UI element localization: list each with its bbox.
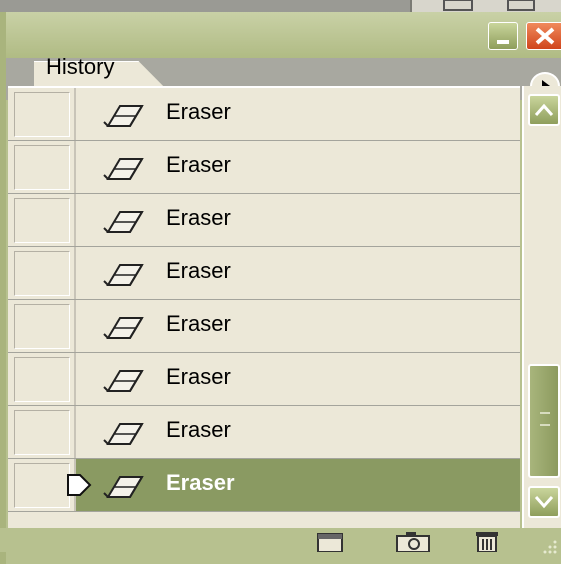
panel-titlebar[interactable] — [6, 12, 561, 58]
history-state-row[interactable]: Eraser — [8, 406, 520, 459]
scrollbar-thumb[interactable] — [528, 364, 560, 478]
panel-footer — [0, 528, 561, 552]
snapshot-source-cell[interactable] — [14, 198, 70, 243]
vertical-scrollbar[interactable] — [522, 86, 561, 528]
scroll-up-button[interactable] — [528, 94, 560, 126]
snapshot-source-cell[interactable] — [14, 410, 70, 455]
history-state-row[interactable]: Eraser — [8, 194, 520, 247]
history-state-row[interactable]: Eraser — [8, 300, 520, 353]
eraser-icon — [103, 158, 144, 180]
history-state-label: Eraser — [166, 470, 235, 495]
history-state-label: Eraser — [166, 311, 231, 336]
close-button[interactable] — [526, 22, 561, 50]
eraser-icon — [103, 423, 144, 445]
history-list: Eraser Eraser Eraser Eraser Eraser Erase… — [8, 86, 520, 530]
history-state-label: Eraser — [166, 99, 231, 124]
close-icon — [535, 27, 555, 45]
tab-history-label: History — [46, 54, 115, 79]
new-document-icon[interactable] — [314, 528, 348, 552]
history-state-label: Eraser — [166, 417, 231, 442]
row-divider — [74, 88, 76, 140]
chevron-up-icon — [534, 103, 554, 116]
row-divider — [74, 247, 76, 299]
history-state-row[interactable]: Eraser — [8, 459, 520, 512]
row-divider — [74, 406, 76, 458]
scroll-down-button[interactable] — [528, 486, 560, 518]
eraser-icon — [103, 317, 144, 339]
history-state-label: Eraser — [166, 205, 231, 230]
snapshot-source-cell[interactable] — [14, 463, 70, 508]
history-state-row[interactable]: Eraser — [8, 247, 520, 300]
snapshot-source-cell[interactable] — [14, 92, 70, 137]
history-state-label: Eraser — [166, 364, 231, 389]
snapshot-source-cell[interactable] — [14, 251, 70, 296]
eraser-icon — [103, 370, 144, 392]
row-divider — [74, 194, 76, 246]
camera-icon[interactable] — [394, 528, 434, 552]
snapshot-source-cell[interactable] — [14, 145, 70, 190]
eraser-icon — [103, 211, 144, 233]
chevron-down-icon — [534, 496, 554, 509]
history-pointer-icon[interactable] — [66, 473, 92, 497]
history-state-label: Eraser — [166, 152, 231, 177]
eraser-icon — [103, 476, 144, 498]
resize-grip-icon[interactable] — [540, 538, 558, 556]
row-divider — [74, 141, 76, 193]
eraser-icon — [103, 264, 144, 286]
trash-icon[interactable] — [472, 528, 502, 552]
history-state-row[interactable]: Eraser — [8, 353, 520, 406]
row-divider — [74, 300, 76, 352]
history-state-row[interactable]: Eraser — [8, 88, 520, 141]
snapshot-source-cell[interactable] — [14, 357, 70, 402]
snapshot-source-cell[interactable] — [14, 304, 70, 349]
history-state-row[interactable]: Eraser — [8, 141, 520, 194]
minimize-button[interactable] — [488, 22, 518, 50]
history-state-label: Eraser — [166, 258, 231, 283]
row-divider — [74, 353, 76, 405]
eraser-icon — [103, 105, 144, 127]
